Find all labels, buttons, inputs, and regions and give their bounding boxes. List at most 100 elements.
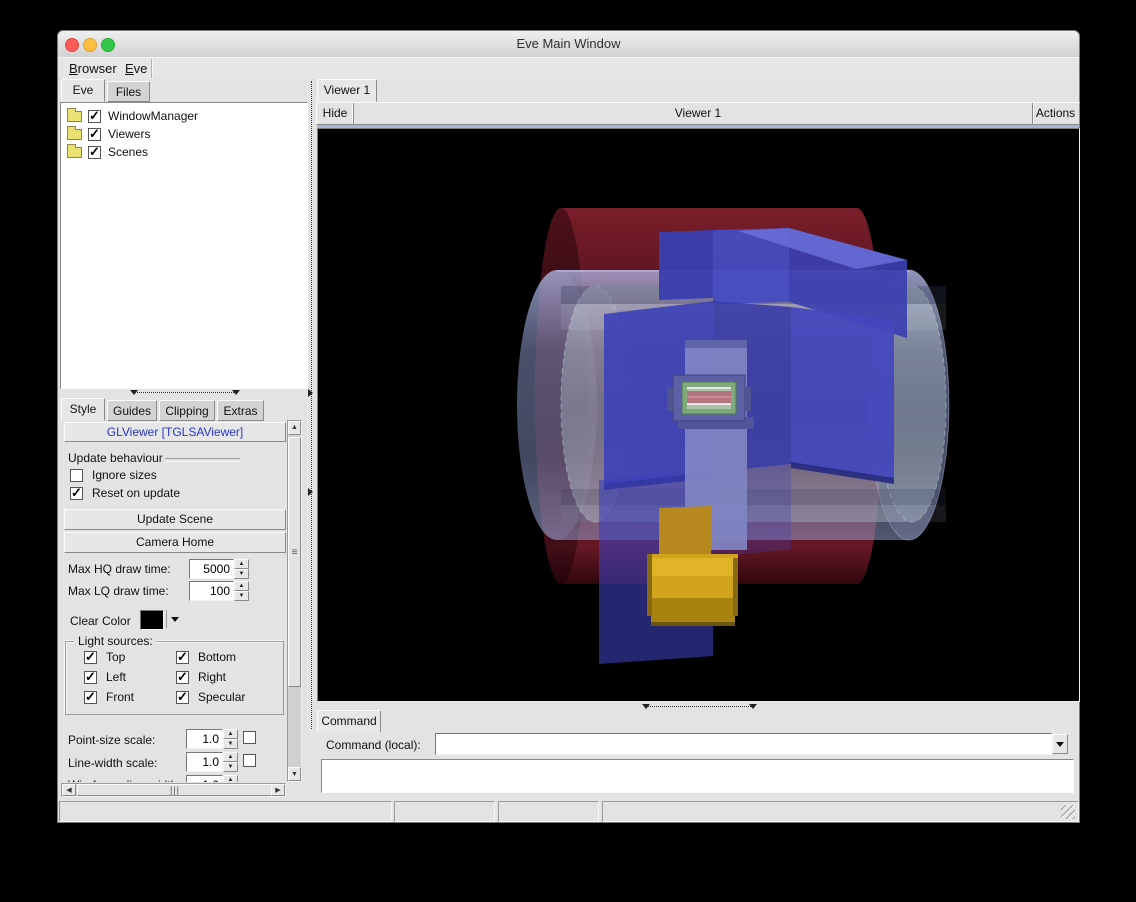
- reset-on-update-label[interactable]: Reset on update: [92, 486, 180, 500]
- light-bottom-label[interactable]: Bottom: [198, 650, 236, 664]
- spin-up-icon[interactable]: ▲: [234, 559, 249, 569]
- spin-up-icon[interactable]: ▲: [223, 752, 238, 762]
- command-output-box[interactable]: [321, 759, 1074, 793]
- scroll-left-icon[interactable]: ◀: [62, 784, 76, 796]
- update-behaviour-label: Update behaviour: [68, 451, 163, 465]
- light-front-label[interactable]: Front: [106, 690, 134, 704]
- tree-item-viewers[interactable]: Viewers: [67, 126, 297, 144]
- line-width-spinner[interactable]: ▲ ▼: [223, 752, 238, 772]
- light-specular-checkbox[interactable]: [176, 691, 189, 704]
- light-top-label[interactable]: Top: [106, 650, 125, 664]
- menubar-divider: [151, 59, 153, 78]
- resize-grip-icon[interactable]: [1061, 805, 1075, 819]
- max-lq-spinner[interactable]: ▲ ▼: [234, 581, 249, 601]
- point-size-field[interactable]: [186, 729, 223, 749]
- light-left-label[interactable]: Left: [106, 670, 126, 684]
- spin-down-icon[interactable]: ▼: [234, 569, 249, 579]
- light-left-checkbox[interactable]: [84, 671, 97, 684]
- tree-style-splitter[interactable]: [60, 387, 306, 398]
- style-hscrollbar[interactable]: ◀ ||| ▶: [61, 783, 286, 797]
- desktop: Eve Main Window Browser Eve Eve Files Wi…: [0, 0, 1136, 902]
- tree-checkbox[interactable]: [88, 110, 101, 123]
- spin-down-icon[interactable]: ▼: [223, 739, 238, 749]
- max-lq-label: Max LQ draw time:: [68, 584, 169, 598]
- reset-on-update-checkbox[interactable]: [70, 487, 83, 500]
- splitter-arrow-icon: [130, 390, 138, 395]
- max-hq-spinner[interactable]: ▲ ▼: [234, 559, 249, 579]
- tab-eve[interactable]: Eve: [61, 79, 105, 102]
- max-lq-field[interactable]: [189, 581, 234, 601]
- light-specular-label[interactable]: Specular: [198, 690, 245, 704]
- menu-bar: Browser Eve: [58, 57, 1079, 81]
- point-size-checkbox[interactable]: [243, 731, 256, 744]
- splitter-arrow-icon: [749, 704, 757, 709]
- light-top-checkbox[interactable]: [84, 651, 97, 664]
- menu-eve[interactable]: Eve: [121, 58, 151, 80]
- ignore-sizes-checkbox[interactable]: [70, 469, 83, 482]
- menu-browser[interactable]: Browser: [65, 58, 121, 80]
- title-bar[interactable]: Eve Main Window: [58, 31, 1079, 58]
- scroll-right-icon[interactable]: ▶: [271, 784, 285, 796]
- column-splitter[interactable]: [306, 79, 316, 801]
- scroll-up-icon[interactable]: ▲: [288, 421, 301, 435]
- hscroll-thumb[interactable]: |||: [77, 784, 273, 796]
- spin-up-icon[interactable]: ▲: [223, 775, 238, 782]
- light-bottom-checkbox[interactable]: [176, 651, 189, 664]
- max-hq-entry[interactable]: ▲ ▼: [189, 559, 249, 579]
- line-width-field[interactable]: [186, 752, 223, 772]
- camera-home-button[interactable]: Camera Home: [64, 532, 286, 553]
- actions-button[interactable]: Actions: [1032, 103, 1078, 124]
- folder-icon: [67, 147, 82, 158]
- light-right-label[interactable]: Right: [198, 670, 226, 684]
- combo-dropdown-button[interactable]: [1052, 734, 1068, 754]
- line-width-checkbox[interactable]: [243, 754, 256, 767]
- spin-up-icon[interactable]: ▲: [234, 581, 249, 591]
- detector-rendering: [318, 129, 1079, 701]
- viewer-command-splitter[interactable]: [317, 702, 1080, 710]
- max-lq-entry[interactable]: ▲ ▼: [189, 581, 249, 601]
- tab-style[interactable]: Style: [61, 398, 105, 421]
- wireframe-entry[interactable]: ▲: [186, 775, 238, 782]
- light-right-checkbox[interactable]: [176, 671, 189, 684]
- tab-guides[interactable]: Guides: [107, 400, 157, 421]
- point-size-entry[interactable]: ▲ ▼: [186, 729, 238, 749]
- tab-extras[interactable]: Extras: [217, 400, 264, 421]
- tab-files[interactable]: Files: [107, 81, 150, 102]
- wireframe-label: Wireframe line-width: [68, 778, 177, 782]
- style-editor-panel: GLViewer [TGLSAViewer] Update behaviour …: [60, 420, 287, 782]
- tree-checkbox[interactable]: [88, 128, 101, 141]
- line-width-entry[interactable]: ▲ ▼: [186, 752, 238, 772]
- tree-item-scenes[interactable]: Scenes: [67, 144, 297, 162]
- spin-down-icon[interactable]: ▼: [223, 762, 238, 772]
- splitter-arrow-icon: [308, 488, 313, 496]
- ignore-sizes-label[interactable]: Ignore sizes: [92, 468, 157, 482]
- tree-item-windowmanager[interactable]: WindowManager: [67, 108, 297, 126]
- scroll-down-icon[interactable]: ▼: [288, 767, 301, 781]
- folder-icon: [67, 129, 82, 140]
- command-input[interactable]: [435, 733, 1052, 755]
- max-hq-field[interactable]: [189, 559, 234, 579]
- vscroll-thumb[interactable]: ≡: [288, 437, 301, 687]
- gl-viewport[interactable]: [317, 128, 1080, 702]
- window-title: Eve Main Window: [58, 31, 1079, 57]
- wireframe-field[interactable]: [186, 775, 223, 782]
- spin-down-icon[interactable]: ▼: [234, 591, 249, 601]
- command-combobox[interactable]: [435, 733, 1068, 755]
- glviewer-button[interactable]: GLViewer [TGLSAViewer]: [64, 422, 286, 442]
- point-size-spinner[interactable]: ▲ ▼: [223, 729, 238, 749]
- clear-color-swatch[interactable]: [140, 610, 164, 630]
- tab-clipping[interactable]: Clipping: [159, 400, 215, 421]
- update-scene-button[interactable]: Update Scene: [64, 509, 286, 530]
- style-vscrollbar[interactable]: ▲ ≡ ▼: [287, 420, 302, 782]
- light-sources-group: Light sources: Top Bottom Left Right Fro…: [65, 641, 284, 715]
- tab-viewer-1[interactable]: Viewer 1: [317, 79, 377, 102]
- light-front-checkbox[interactable]: [84, 691, 97, 704]
- tab-command[interactable]: Command: [317, 710, 381, 733]
- color-dropdown-icon[interactable]: [171, 617, 179, 622]
- spin-up-icon[interactable]: ▲: [223, 729, 238, 739]
- eve-tree-panel: WindowManager Viewers Scenes: [60, 102, 308, 389]
- command-local-label: Command (local):: [326, 738, 421, 752]
- wireframe-spinner[interactable]: ▲: [223, 775, 238, 782]
- hide-button[interactable]: Hide: [317, 103, 354, 124]
- tree-checkbox[interactable]: [88, 146, 101, 159]
